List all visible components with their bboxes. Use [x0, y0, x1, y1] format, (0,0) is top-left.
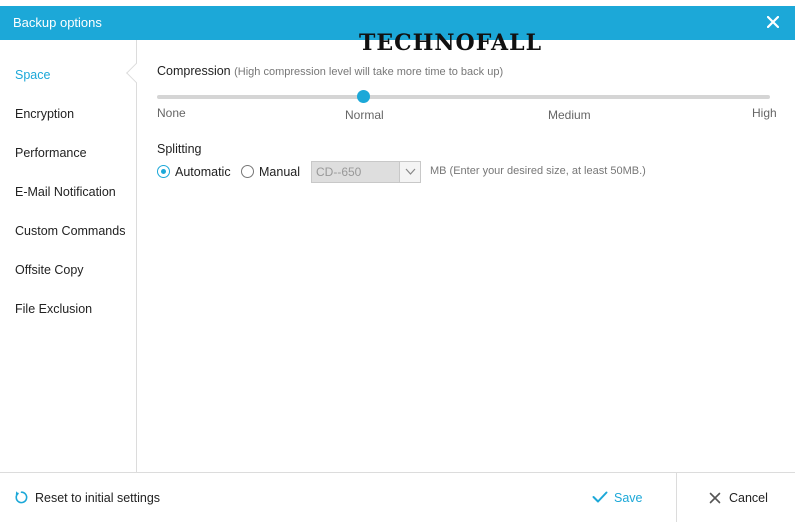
footer-divider — [676, 473, 677, 522]
cancel-button-label: Cancel — [729, 491, 768, 505]
split-size-value: CD--650 — [316, 165, 362, 179]
reset-icon — [15, 491, 28, 504]
compression-level-medium: Medium — [548, 108, 591, 122]
automatic-radio[interactable] — [157, 165, 170, 178]
compression-slider-track[interactable] — [157, 95, 770, 99]
window-title: Backup options — [13, 15, 102, 30]
compression-slider-thumb[interactable] — [357, 90, 370, 103]
automatic-radio-label[interactable]: Automatic — [175, 165, 231, 179]
sidebar-item-file-exclusion[interactable]: File Exclusion — [15, 302, 92, 316]
compression-hint: (High compression level will take more t… — [234, 66, 504, 78]
active-item-pointer — [126, 63, 146, 83]
close-icon[interactable] — [764, 12, 782, 32]
compression-heading: Compression (High compression level will… — [157, 64, 503, 78]
chevron-down-icon[interactable] — [399, 162, 420, 182]
manual-radio-label[interactable]: Manual — [259, 165, 300, 179]
compression-level-normal: Normal — [345, 108, 384, 122]
compression-label: Compression — [157, 64, 231, 78]
compression-level-none: None — [157, 106, 186, 120]
sidebar-item-space[interactable]: Space — [15, 68, 50, 82]
split-size-hint: MB (Enter your desired size, at least 50… — [430, 165, 646, 177]
sidebar-item-performance[interactable]: Performance — [15, 146, 87, 160]
save-button-label: Save — [614, 491, 643, 505]
split-size-select[interactable]: CD--650 — [311, 161, 421, 183]
footer-bar: Reset to initial settings Save Cancel — [0, 472, 795, 522]
sidebar: Space Encryption Performance E-Mail Noti… — [0, 40, 146, 472]
close-icon — [709, 492, 721, 504]
sidebar-item-encryption[interactable]: Encryption — [15, 107, 74, 121]
reset-button-label: Reset to initial settings — [35, 491, 161, 505]
compression-level-high: High — [752, 106, 777, 120]
sidebar-item-offsite-copy[interactable]: Offsite Copy — [15, 263, 84, 277]
splitting-label: Splitting — [157, 142, 202, 156]
manual-radio[interactable] — [241, 165, 254, 178]
checkmark-icon — [592, 491, 608, 503]
sidebar-item-custom-commands[interactable]: Custom Commands — [15, 224, 125, 238]
sidebar-item-email-notification[interactable]: E-Mail Notification — [15, 185, 116, 199]
watermark: TECHNOFALL — [359, 30, 543, 56]
